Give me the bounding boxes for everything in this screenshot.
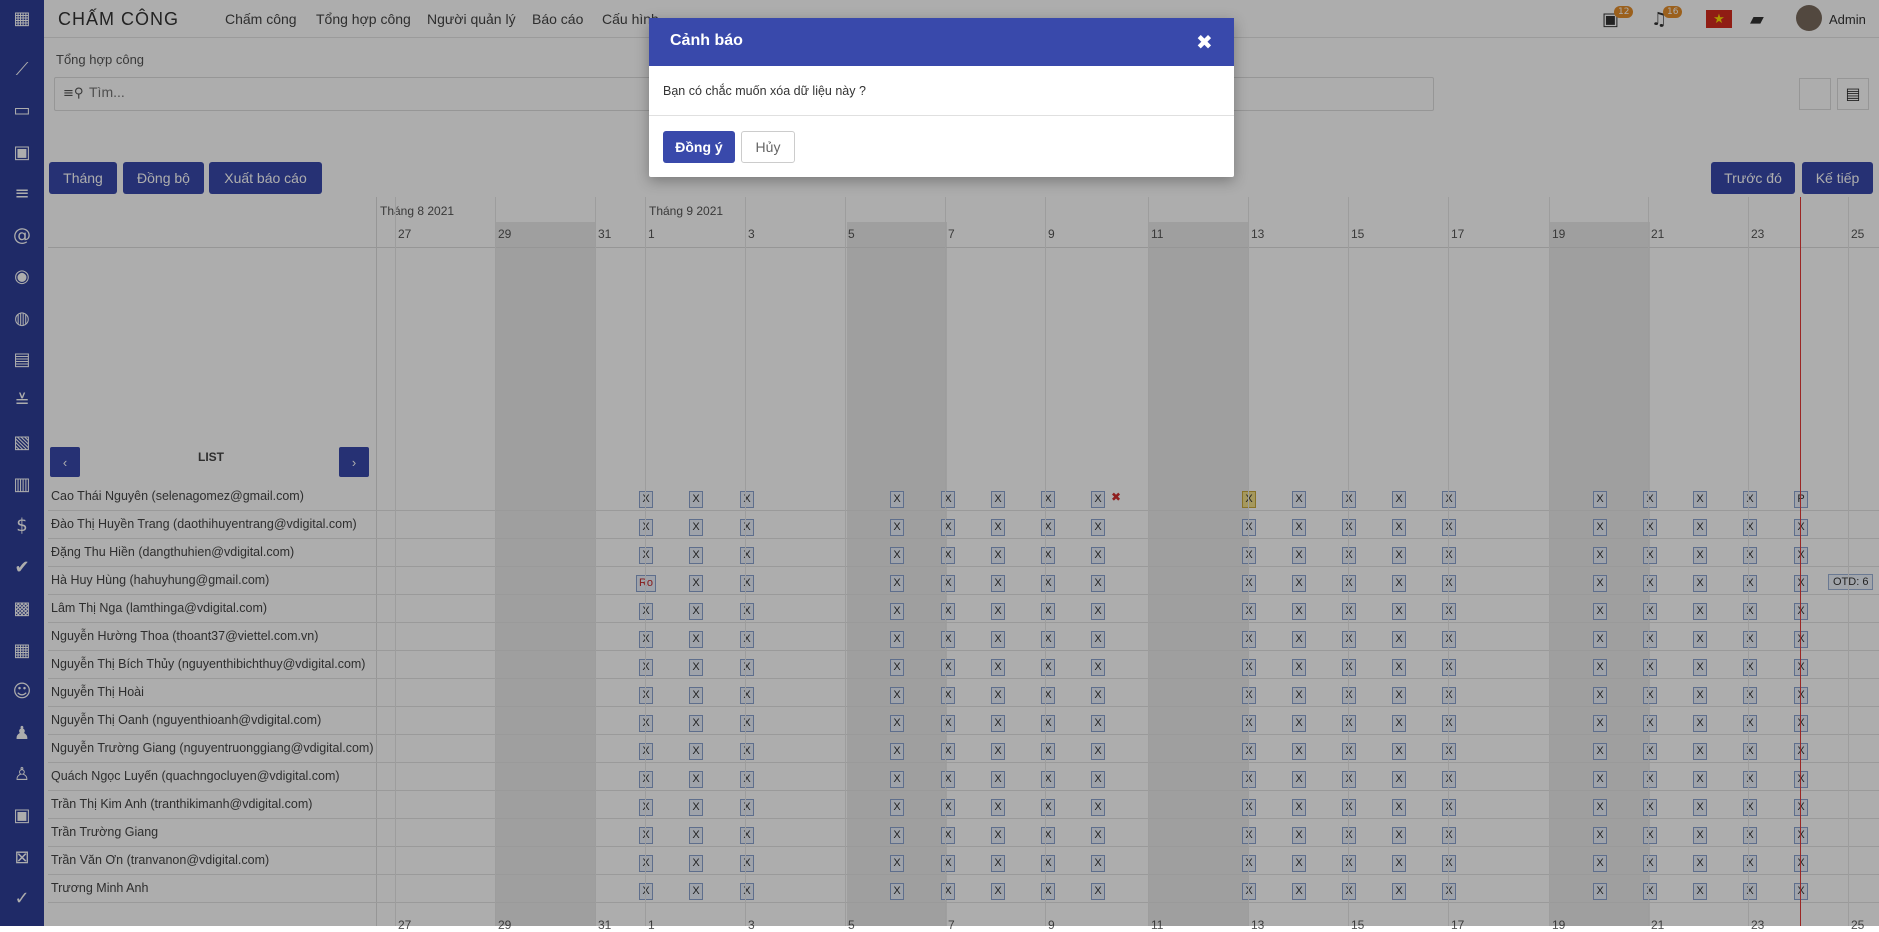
- dialog-title: Cảnh báo: [670, 32, 743, 49]
- cancel-button[interactable]: Hủy: [741, 131, 795, 163]
- confirm-button[interactable]: Đồng ý: [663, 131, 735, 163]
- dialog-divider: [649, 115, 1234, 116]
- dialog-header: Cảnh báo ✖: [649, 18, 1234, 66]
- dialog-message: Bạn có chắc muốn xóa dữ liệu này ?: [663, 84, 866, 98]
- confirm-dialog: Cảnh báo ✖ Bạn có chắc muốn xóa dữ liệu …: [649, 18, 1234, 177]
- close-icon[interactable]: ✖: [1196, 30, 1213, 54]
